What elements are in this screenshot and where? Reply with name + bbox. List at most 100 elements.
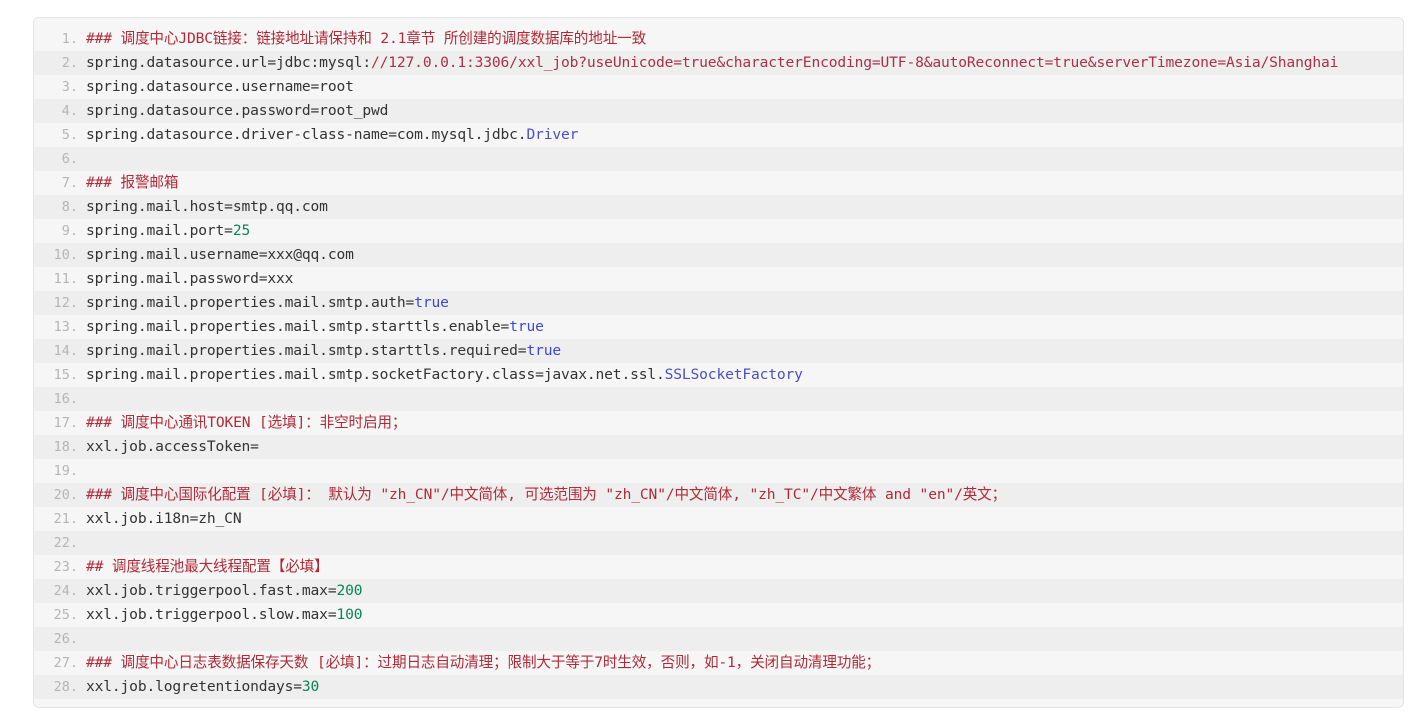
code-token: ### 调度中心日志表数据保存天数 [必填]：过期日志自动清理；限制大于等于7时…	[86, 654, 881, 671]
code-line[interactable]: 17### 调度中心通讯TOKEN [选填]：非空时启用；	[34, 411, 1403, 435]
line-number: 8	[34, 195, 86, 219]
code-line[interactable]: 19	[34, 459, 1403, 483]
code-line[interactable]: 1### 调度中心JDBC链接：链接地址请保持和 2.1章节 所创建的调度数据库…	[34, 27, 1403, 51]
code-token: spring.mail.properties.mail.smtp.starttl…	[86, 342, 527, 359]
code-line-text: spring.mail.properties.mail.smtp.socketF…	[86, 363, 1403, 387]
code-line-text: spring.mail.properties.mail.smtp.auth=tr…	[86, 291, 1403, 315]
code-line[interactable]: 11spring.mail.password=xxx	[34, 267, 1403, 291]
code-token: //127.0.0.1:3306/xxl_job?useUnicode=true…	[371, 54, 1339, 71]
line-number: 2	[34, 51, 86, 75]
code-token: 100	[336, 606, 363, 623]
code-token: ### 调度中心通讯TOKEN [选填]：非空时启用；	[86, 414, 407, 431]
code-line[interactable]: 5spring.datasource.driver-class-name=com…	[34, 123, 1403, 147]
line-number: 5	[34, 123, 86, 147]
code-line[interactable]: 8spring.mail.host=smtp.qq.com	[34, 195, 1403, 219]
code-token: spring.datasource.driver-class-name=com.…	[86, 126, 527, 143]
code-token: spring.mail.properties.mail.smtp.socketF…	[86, 366, 665, 383]
code-token: spring.mail.username=xxx@qq.com	[86, 246, 354, 263]
line-number: 4	[34, 99, 86, 123]
code-token: 25	[232, 222, 251, 239]
code-token: xxl.job.triggerpool.slow.max=	[86, 606, 337, 623]
code-line-list: 1### 调度中心JDBC链接：链接地址请保持和 2.1章节 所创建的调度数据库…	[34, 18, 1403, 707]
code-line[interactable]: 6	[34, 147, 1403, 171]
code-line[interactable]: 20### 调度中心国际化配置 [必填]： 默认为 "zh_CN"/中文简体, …	[34, 483, 1403, 507]
code-token: spring.mail.properties.mail.smtp.starttl…	[86, 318, 510, 335]
code-token: ### 报警邮箱	[86, 174, 179, 191]
line-number: 19	[34, 459, 86, 483]
code-line-text: spring.datasource.username=root	[86, 75, 1403, 99]
code-line-text: xxl.job.triggerpool.fast.max=200	[86, 579, 1403, 603]
line-number: 24	[34, 579, 86, 603]
line-number: 10	[34, 243, 86, 267]
code-line[interactable]: 15spring.mail.properties.mail.smtp.socke…	[34, 363, 1403, 387]
code-line[interactable]: 21xxl.job.i18n=zh_CN	[34, 507, 1403, 531]
code-token: spring.mail.port=	[86, 222, 233, 239]
code-token: spring.datasource.username=root	[86, 78, 354, 95]
code-line[interactable]: 9spring.mail.port=25	[34, 219, 1403, 243]
line-number: 11	[34, 267, 86, 291]
code-line-text: ### 报警邮箱	[86, 171, 1403, 195]
code-token: 30	[301, 678, 320, 695]
code-line[interactable]: 18xxl.job.accessToken=	[34, 435, 1403, 459]
code-token: Driver	[526, 126, 579, 143]
code-line[interactable]: 14spring.mail.properties.mail.smtp.start…	[34, 339, 1403, 363]
code-line[interactable]: 27### 调度中心日志表数据保存天数 [必填]：过期日志自动清理；限制大于等于…	[34, 651, 1403, 675]
line-number: 26	[34, 627, 86, 651]
code-token: ### 调度中心国际化配置 [必填]： 默认为 "zh_CN"/中文简体, 可选…	[86, 486, 1007, 503]
line-number: 14	[34, 339, 86, 363]
code-line[interactable]: 4spring.datasource.password=root_pwd	[34, 99, 1403, 123]
code-line-text: spring.mail.port=25	[86, 219, 1403, 243]
code-line-text: xxl.job.i18n=zh_CN	[86, 507, 1403, 531]
code-line-text: spring.mail.properties.mail.smtp.starttl…	[86, 339, 1403, 363]
code-token: spring.datasource.url=jdbc:mysql:	[86, 54, 371, 71]
code-line-text: ### 调度中心通讯TOKEN [选填]：非空时启用；	[86, 411, 1403, 435]
line-number: 12	[34, 291, 86, 315]
line-number: 25	[34, 603, 86, 627]
code-line-text: spring.datasource.url=jdbc:mysql://127.0…	[86, 51, 1403, 75]
line-number: 6	[34, 147, 86, 171]
code-line-text: xxl.job.triggerpool.slow.max=100	[86, 603, 1403, 627]
code-token: SSLSocketFactory	[664, 366, 803, 383]
code-line[interactable]: 12spring.mail.properties.mail.smtp.auth=…	[34, 291, 1403, 315]
code-line-text: spring.datasource.password=root_pwd	[86, 99, 1403, 123]
code-line[interactable]: 25xxl.job.triggerpool.slow.max=100	[34, 603, 1403, 627]
code-line[interactable]: 13spring.mail.properties.mail.smtp.start…	[34, 315, 1403, 339]
code-token: 200	[336, 582, 363, 599]
code-token: ### 调度中心JDBC链接：链接地址请保持和 2.1章节 所创建的调度数据库的…	[86, 30, 647, 47]
code-token: spring.mail.host=smtp.qq.com	[86, 198, 328, 215]
code-line-text: spring.mail.host=smtp.qq.com	[86, 195, 1403, 219]
line-number: 16	[34, 387, 86, 411]
code-token: xxl.job.i18n=zh_CN	[86, 510, 242, 527]
code-line[interactable]: 26	[34, 627, 1403, 651]
code-token: xxl.job.accessToken=	[86, 438, 259, 455]
code-block[interactable]: 1### 调度中心JDBC链接：链接地址请保持和 2.1章节 所创建的调度数据库…	[33, 17, 1404, 708]
code-line[interactable]: 23## 调度线程池最大线程配置【必填】	[34, 555, 1403, 579]
code-token: spring.datasource.password=root_pwd	[86, 102, 389, 119]
code-line[interactable]: 28xxl.job.logretentiondays=30	[34, 675, 1403, 699]
code-token: ## 调度线程池最大线程配置【必填】	[86, 558, 329, 575]
code-line-text: ### 调度中心JDBC链接：链接地址请保持和 2.1章节 所创建的调度数据库的…	[86, 27, 1403, 51]
code-line-text: spring.mail.password=xxx	[86, 267, 1403, 291]
code-token: xxl.job.logretentiondays=	[86, 678, 302, 695]
line-number: 13	[34, 315, 86, 339]
page-root: 1### 调度中心JDBC链接：链接地址请保持和 2.1章节 所创建的调度数据库…	[0, 0, 1422, 716]
code-line[interactable]: 10spring.mail.username=xxx@qq.com	[34, 243, 1403, 267]
code-line-text: spring.mail.properties.mail.smtp.starttl…	[86, 315, 1403, 339]
code-line[interactable]: 24xxl.job.triggerpool.fast.max=200	[34, 579, 1403, 603]
code-line[interactable]: 22	[34, 531, 1403, 555]
line-number: 22	[34, 531, 86, 555]
code-line[interactable]: 16	[34, 387, 1403, 411]
code-line-text: spring.mail.username=xxx@qq.com	[86, 243, 1403, 267]
code-line-text: ## 调度线程池最大线程配置【必填】	[86, 555, 1403, 579]
code-token: true	[414, 294, 449, 311]
line-number: 9	[34, 219, 86, 243]
code-line[interactable]: 7### 报警邮箱	[34, 171, 1403, 195]
line-number: 1	[34, 27, 86, 51]
line-number: 3	[34, 75, 86, 99]
code-line[interactable]: 2spring.datasource.url=jdbc:mysql://127.…	[34, 51, 1403, 75]
code-line-text: spring.datasource.driver-class-name=com.…	[86, 123, 1403, 147]
line-number: 18	[34, 435, 86, 459]
code-token: spring.mail.password=xxx	[86, 270, 294, 287]
code-line-text: xxl.job.accessToken=	[86, 435, 1403, 459]
code-line[interactable]: 3spring.datasource.username=root	[34, 75, 1403, 99]
